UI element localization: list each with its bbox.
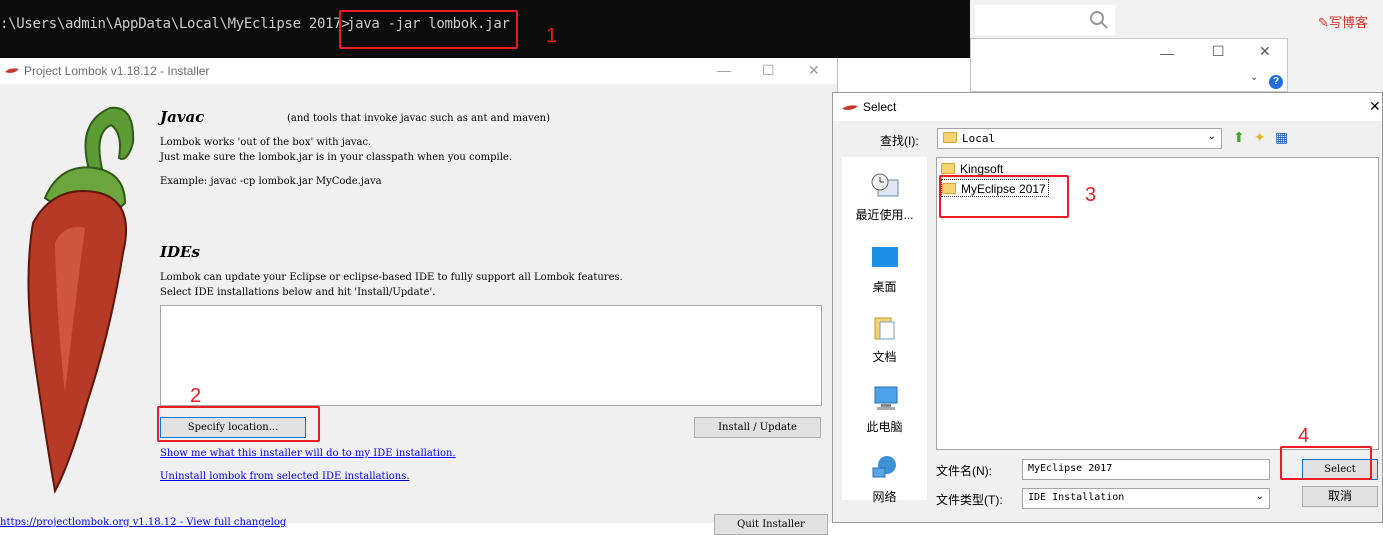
javac-example: Example: javac -cp lombok.jar MyCode.jav… [160, 176, 382, 187]
filetype-label: 文件类型(T): [936, 493, 1003, 507]
maximize-icon[interactable]: ☐ [762, 62, 775, 79]
javac-line-2: Just make sure the lombok.jar is in your… [160, 152, 513, 163]
chili-icon [5, 68, 19, 73]
javac-note: (and tools that invoke javac such as ant… [287, 113, 550, 124]
recent-icon [871, 173, 898, 197]
new-folder-icon[interactable]: ✦ [1254, 129, 1266, 146]
select-titlebar: Select ✕ [833, 93, 1382, 121]
annotation-number-1: 1 [546, 25, 558, 47]
chili-icon [842, 105, 858, 110]
filetype-select[interactable]: IDE Installation ⌄ [1022, 488, 1270, 509]
chili-pepper-illustration [27, 106, 135, 495]
minimize-icon[interactable]: — [1160, 45, 1174, 61]
chevron-down-icon[interactable]: ⌄ [1250, 72, 1258, 83]
annotation-number-2: 2 [190, 385, 202, 407]
chevron-down-icon: ⌄ [1255, 491, 1264, 502]
places-bar: 最近使用... 桌面 文档 此电脑 网络 [842, 157, 927, 504]
lombok-titlebar: Project Lombok v1.18.12 - Installer — ☐ … [0, 58, 837, 84]
pen-icon: ✎ [1318, 15, 1329, 30]
ides-heading: IDEs [160, 243, 200, 261]
folder-icon [943, 132, 957, 143]
annotation-number-3: 3 [1085, 184, 1097, 206]
close-icon[interactable]: ✕ [1369, 98, 1381, 115]
ides-line-2: Select IDE installations below and hit '… [160, 287, 436, 298]
search-icon[interactable] [1089, 10, 1109, 30]
lookin-label: 查找(I): [880, 134, 919, 148]
help-icon[interactable]: ? [1269, 75, 1283, 89]
up-folder-icon[interactable]: ⬆ [1233, 129, 1245, 146]
ide-installations-list[interactable] [160, 305, 822, 406]
cancel-button[interactable]: 取消 [1302, 486, 1378, 507]
annotation-number-4: 4 [1298, 425, 1310, 447]
write-blog-link[interactable]: ✎写博客 [1318, 12, 1368, 31]
ides-line-1: Lombok can update your Eclipse or eclips… [160, 272, 623, 283]
view-menu-icon[interactable]: ▦ [1275, 129, 1288, 146]
install-update-button[interactable]: Install / Update [694, 417, 821, 438]
javac-heading: Javac [160, 108, 205, 126]
annotation-box-3 [939, 175, 1069, 218]
lombok-window-title: Project Lombok v1.18.12 - Installer [24, 64, 210, 78]
place-network[interactable]: 网络 [842, 454, 927, 505]
network-icon [872, 456, 896, 478]
background-window: — ☐ ✕ ⌄ ? [970, 38, 1288, 92]
filename-input[interactable]: MyEclipse 2017 [1022, 459, 1270, 480]
place-desktop[interactable]: 桌面 [842, 244, 927, 295]
filename-label: 文件名(N): [936, 464, 992, 478]
desktop-icon [871, 247, 898, 267]
javac-line-1: Lombok works 'out of the box' with javac… [160, 137, 372, 148]
folder-icon [941, 163, 955, 174]
select-dialog-title: Select [863, 100, 897, 114]
terminal-prompt: :\Users\admin\AppData\Local\MyEclipse 20… [0, 16, 350, 32]
computer-icon [874, 386, 897, 410]
place-recent[interactable]: 最近使用... [842, 172, 927, 223]
uninstall-lombok-link[interactable]: Uninstall lombok from selected IDE insta… [160, 471, 410, 482]
close-icon[interactable]: ✕ [808, 62, 820, 79]
minimize-icon[interactable]: — [717, 62, 731, 78]
place-this-pc[interactable]: 此电脑 [842, 384, 927, 435]
maximize-icon[interactable]: ☐ [1212, 43, 1225, 60]
lookin-select[interactable]: Local ⌄ [937, 128, 1222, 149]
lombok-installer-window: Project Lombok v1.18.12 - Installer — ☐ … [0, 58, 838, 535]
documents-icon [874, 317, 894, 340]
annotation-box-4 [1280, 446, 1372, 480]
quit-installer-button[interactable]: Quit Installer [714, 514, 828, 535]
place-documents[interactable]: 文档 [842, 314, 927, 365]
close-icon[interactable]: ✕ [1259, 43, 1271, 60]
annotation-box-1 [339, 10, 518, 49]
chevron-down-icon: ⌄ [1207, 131, 1216, 142]
annotation-box-2 [157, 406, 320, 442]
show-installer-actions-link[interactable]: Show me what this installer will do to m… [160, 448, 456, 459]
